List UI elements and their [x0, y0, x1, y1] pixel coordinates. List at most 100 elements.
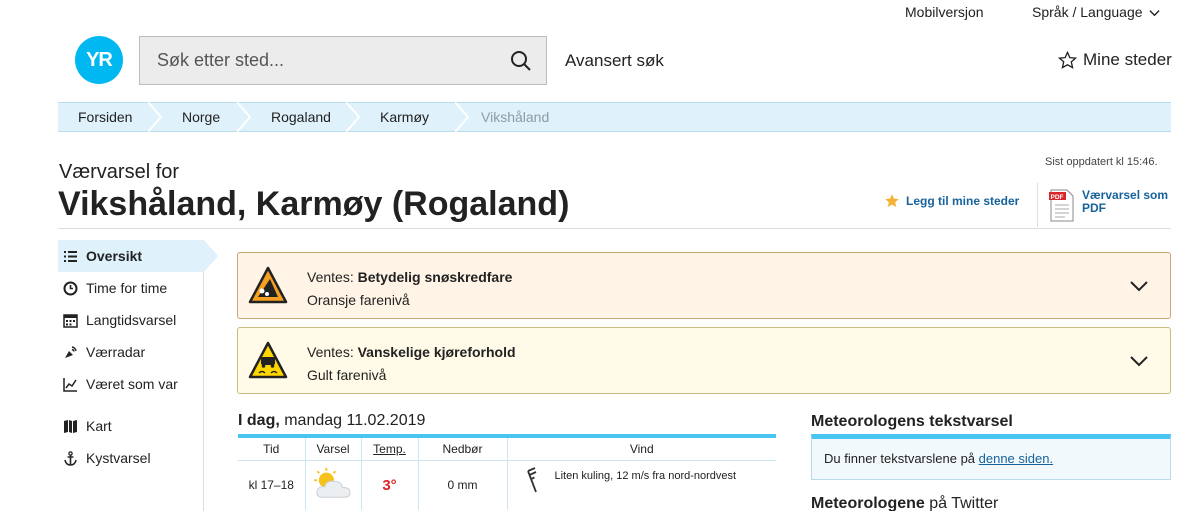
meteorologist-box: Du finner tekstvarslene på denne siden. — [811, 434, 1171, 480]
top-bar: Mobilversjon Språk / Language — [0, 0, 1185, 26]
warning-title: Vanskelige kjøreforhold — [357, 344, 516, 360]
sidebar-item-vaeret-som-var[interactable]: Været som var — [58, 368, 203, 400]
add-to-my-places-button[interactable]: Legg til mine steder — [884, 193, 1019, 209]
forecast-day-date: mandag 11.02.2019 — [279, 412, 426, 429]
sidebar-item-label: Været som var — [86, 376, 178, 392]
breadcrumb-label: Rogaland — [271, 109, 331, 125]
breadcrumb-separator-icon — [237, 102, 251, 132]
meteorologist-heading: Meteorologens tekstvarsel — [811, 413, 1013, 430]
mobile-version-link[interactable]: Mobilversjon — [905, 4, 984, 20]
calendar-icon — [63, 313, 78, 328]
chevron-down-icon[interactable] — [1130, 354, 1148, 368]
add-to-my-places-label: Legg til mine steder — [906, 194, 1020, 208]
map-icon — [64, 419, 77, 433]
twitter-heading: Meteorologene på Twitter — [811, 495, 998, 511]
sidebar: Oversikt Time for time Langtidsvarsel Væ… — [58, 240, 218, 511]
breadcrumb-label: Forsiden — [78, 109, 133, 125]
column-header-wind: Vind — [506, 436, 776, 461]
sidebar-item-oversikt[interactable]: Oversikt — [58, 240, 218, 272]
sidebar-item-label: Oversikt — [86, 248, 143, 264]
warning-avalanche[interactable]: Ventes: Betydelig snøskredfare Oransje f… — [237, 252, 1171, 319]
clock-icon — [63, 281, 78, 295]
cell-precip: 0 mm — [417, 460, 507, 510]
sidebar-item-label: Kart — [86, 418, 112, 434]
breadcrumb-separator-icon — [455, 102, 469, 132]
sidebar-item-kystvarsel[interactable]: Kystvarsel — [58, 442, 203, 474]
column-header-symbol: Varsel — [304, 436, 361, 461]
cell-temp: 3° — [360, 460, 418, 510]
breadcrumb-item[interactable]: Rogaland — [241, 102, 360, 132]
graph-icon — [63, 377, 77, 392]
cell-time: kl 17–18 — [248, 478, 294, 493]
breadcrumb-separator-icon — [346, 102, 360, 132]
sidebar-item-kart[interactable]: Kart — [58, 410, 203, 442]
slippery-road-warning-icon — [248, 341, 288, 379]
sidebar-item-label: Værradar — [86, 344, 146, 360]
table-row: kl 17–18 3° 0 mm Liten kuling, 12 m/s fr… — [238, 460, 776, 510]
warning-prefix: Ventes: — [307, 269, 358, 285]
warning-text: Ventes: Betydelig snøskredfare Oransje f… — [307, 266, 512, 312]
search-icon[interactable] — [510, 50, 532, 72]
pdf-icon: PDF — [1049, 189, 1074, 222]
pdf-download-link[interactable]: PDF Værvarsel som PDF — [1049, 189, 1177, 222]
warning-title: Betydelig snøskredfare — [357, 269, 513, 285]
breadcrumb-item[interactable]: Karmøy — [350, 102, 469, 132]
warning-level: Gult farenivå — [307, 367, 387, 383]
search-box — [139, 36, 547, 85]
place-name: Vikshåland — [58, 185, 237, 223]
star-icon — [885, 194, 899, 207]
warning-text: Ventes: Vanskelige kjøreforhold Gult far… — [307, 341, 516, 387]
column-header-temp[interactable]: Temp. — [360, 436, 418, 461]
anchor-icon — [64, 450, 77, 466]
sidebar-item-langtidsvarsel[interactable]: Langtidsvarsel — [58, 304, 203, 336]
active-indicator — [204, 240, 218, 272]
svg-text:PDF: PDF — [1051, 194, 1064, 201]
meteorologist-link[interactable]: denne siden. — [979, 451, 1053, 466]
breadcrumb: Forsiden Norge Rogaland Karmøy Vikshålan… — [58, 102, 1171, 132]
sidebar-item-vaerradar[interactable]: Værradar — [58, 336, 203, 368]
warning-prefix: Ventes: — [307, 344, 358, 360]
partly-cloudy-icon — [314, 467, 351, 498]
avalanche-warning-icon — [248, 266, 288, 304]
divider — [1037, 183, 1038, 227]
yr-logo[interactable]: YR — [75, 36, 123, 84]
sidebar-item-label: Kystvarsel — [86, 450, 151, 466]
twitter-heading-rest: på Twitter — [924, 495, 999, 511]
language-label: Språk / Language — [1032, 4, 1143, 20]
breadcrumb-label: Vikshåland — [481, 109, 550, 125]
chevron-down-icon — [1148, 9, 1160, 16]
meteorologist-text: Du finner tekstvarslene på — [824, 451, 979, 466]
breadcrumb-current: Vikshåland — [459, 103, 569, 131]
page-subtitle: Værvarsel for — [59, 161, 180, 183]
advanced-search-link[interactable]: Avansert søk — [565, 51, 664, 71]
language-selector[interactable]: Språk / Language — [1032, 4, 1160, 20]
forecast-table: Tid Varsel Temp. Nedbør Vind kl 17–18 3°… — [238, 434, 776, 510]
chevron-down-icon[interactable] — [1130, 279, 1148, 293]
sidebar-item-label: Time for time — [86, 280, 168, 296]
my-places-button[interactable]: Mine steder — [1058, 50, 1172, 70]
forecast-day-bold: I dag, — [238, 412, 280, 429]
sidebar-item-time-for-time[interactable]: Time for time — [58, 272, 203, 304]
temperature-value: 3° — [382, 476, 397, 494]
divider — [58, 228, 1171, 229]
page-title: Vikshåland, Karmøy (Rogaland) — [58, 185, 569, 224]
column-header-time: Tid — [238, 436, 305, 461]
pdf-label: Værvarsel som PDF — [1082, 188, 1169, 215]
breadcrumb-item[interactable]: Norge — [152, 102, 251, 132]
table-header-row: Tid Varsel Temp. Nedbør Vind — [238, 436, 776, 461]
breadcrumb-item[interactable]: Forsiden — [58, 102, 162, 132]
twitter-heading-bold: Meteorologene — [811, 495, 925, 511]
cell-wind: Liten kuling, 12 m/s fra nord-nordvest — [506, 460, 776, 510]
list-icon — [64, 250, 77, 262]
wind-description: Liten kuling, 12 m/s fra nord-nordvest — [554, 469, 737, 482]
sidebar-item-label: Langtidsvarsel — [86, 312, 177, 328]
breadcrumb-label: Norge — [182, 109, 221, 125]
cell-symbol — [304, 460, 361, 510]
search-input[interactable] — [140, 50, 500, 71]
breadcrumb-separator-icon — [148, 102, 162, 132]
star-outline-icon — [1058, 50, 1077, 69]
place-region: , Karmøy (Rogaland) — [236, 185, 570, 223]
warning-driving-conditions[interactable]: Ventes: Vanskelige kjøreforhold Gult far… — [237, 327, 1171, 394]
radar-icon — [65, 345, 77, 358]
